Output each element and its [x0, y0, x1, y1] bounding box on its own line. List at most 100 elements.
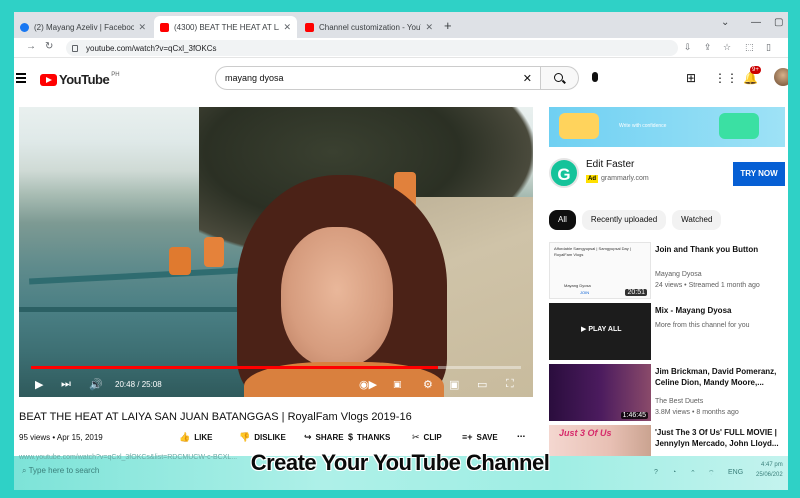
address-bar[interactable]: youtube.com/watch?v=qCxl_3fOKCs [66, 40, 678, 56]
close-icon[interactable]: ✕ [138, 22, 146, 33]
menu-icon[interactable] [16, 73, 26, 85]
autoplay-toggle-icon[interactable]: ◉▶ [359, 378, 377, 391]
youtube-logo[interactable]: YouTube PH [40, 72, 120, 87]
overlay-caption: Create Your YouTube Channel [250, 450, 550, 475]
side-panel-icon[interactable]: ▯ [766, 42, 771, 53]
ad-banner-shape [559, 113, 599, 139]
video-frame-boat-rail [19, 307, 269, 312]
dislike-label: DISLIKE [254, 433, 286, 442]
search-input[interactable]: mayang dyosa ✕ [215, 66, 541, 90]
settings-gear-icon[interactable]: ⚙ [423, 378, 433, 391]
lock-icon [72, 44, 78, 52]
ad-banner[interactable]: Write with confidence [549, 107, 785, 147]
thumbnail-text: Just 3 Of Us [559, 428, 612, 438]
restore-icon[interactable]: ▢ [774, 17, 783, 28]
ad-domain: grammarly.com [601, 175, 649, 182]
ad-banner-text: Write with confidence [619, 123, 667, 129]
youtube-icon [160, 22, 169, 32]
like-label: LIKE [194, 433, 213, 442]
list-item[interactable]: ▶ PLAY ALL Mix - Mayang Dyosa More from … [549, 303, 785, 361]
clip-button[interactable]: ✂ CLIP [412, 432, 442, 443]
video-thumbnail[interactable]: Affordable Samgyupsal | Samgyupsal Day |… [549, 242, 651, 299]
video-player[interactable]: ▶ ⏭ 🔊 20:48 / 25:08 ◉▶ ▣ ⚙ ▣ ▭ ⛶ [19, 107, 533, 397]
filter-chips: All Recently uploaded Watched [549, 210, 727, 230]
thumbnail-text: Affordable Samgyupsal | Samgyupsal Day |… [554, 246, 631, 257]
back-arrow-icon[interactable]: → [26, 41, 36, 52]
microphone-icon[interactable] [592, 72, 598, 82]
thumbnail-join: JOIN [580, 290, 590, 295]
facebook-icon [20, 22, 29, 32]
rec-channel: The Best Duets [655, 398, 704, 405]
like-button[interactable]: 👍 LIKE [179, 432, 212, 443]
thumbs-down-icon: 👎 [239, 432, 251, 442]
tab-channel-customization[interactable]: Channel customization - YouTube ✕ [299, 16, 439, 38]
ad-row[interactable]: G Edit Faster Ad grammarly.com TRY NOW [549, 154, 785, 194]
tab-strip: (2) Mayang Azeliv | Facebook ✕ (4300) BE… [14, 12, 788, 38]
volume-icon[interactable]: 🔊 [89, 378, 103, 391]
share-button[interactable]: ↪ SHARE [304, 432, 344, 443]
chip-all[interactable]: All [549, 210, 576, 230]
video-time: 20:48 / 25:08 [115, 380, 162, 389]
miniplayer-icon[interactable]: ▣ [449, 378, 459, 391]
thanks-button[interactable]: $ THANKS [348, 432, 390, 442]
duration-badge: 1:46:45 [620, 412, 648, 419]
save-button[interactable]: ≡+ SAVE [462, 432, 498, 442]
list-item[interactable]: Affordable Samgyupsal | Samgyupsal Day |… [549, 242, 785, 300]
search-button[interactable] [541, 66, 579, 90]
save-label: SAVE [476, 432, 498, 442]
tab-youtube-video[interactable]: (4300) BEAT THE HEAT AT LAIYA ✕ [154, 16, 297, 38]
apps-grid-icon[interactable]: ⋮⋮ [714, 71, 738, 85]
create-video-icon[interactable]: ⊞ [686, 71, 696, 85]
close-icon[interactable]: ✕ [425, 22, 433, 33]
tab-facebook[interactable]: (2) Mayang Azeliv | Facebook ✕ [14, 16, 152, 38]
rec-title: Jim Brickman, David Pomeranz, Celine Dio… [655, 367, 777, 387]
rec-title: Mix - Mayang Dyosa [655, 306, 732, 315]
bookmark-star-icon[interactable]: ☆ [723, 42, 731, 53]
close-icon[interactable]: ✕ [283, 22, 291, 33]
youtube-play-icon [40, 73, 57, 86]
rec-title: Join and Thank you Button [655, 245, 759, 254]
try-now-button[interactable]: TRY NOW [733, 162, 785, 186]
avatar[interactable] [774, 68, 788, 86]
extensions-icon[interactable]: ⬚ [745, 42, 754, 53]
grammarly-logo-icon: G [549, 158, 579, 188]
thumbnail-channel: Mayang Dyosa [564, 283, 591, 288]
video-progress-fill [31, 366, 438, 369]
theater-mode-icon[interactable]: ▭ [477, 378, 487, 391]
more-actions-icon[interactable]: ⋯ [517, 432, 525, 441]
playlist-add-icon: ≡+ [462, 432, 473, 442]
search-value: mayang dyosa [225, 73, 284, 83]
chip-watched[interactable]: Watched [672, 210, 722, 230]
chip-recently-uploaded[interactable]: Recently uploaded [581, 210, 667, 230]
ad-title: Edit Faster [586, 159, 635, 170]
share-label: SHARE [315, 433, 344, 442]
clear-search-icon[interactable]: ✕ [523, 72, 532, 85]
next-icon[interactable]: ⏭ [61, 378, 71, 391]
install-icon[interactable]: ⇩ [684, 42, 692, 53]
share-arrow-icon: ↪ [304, 432, 312, 442]
minimize-icon[interactable]: — [751, 17, 761, 28]
share-icon[interactable]: ⇪ [704, 42, 712, 53]
video-thumbnail[interactable]: ▶ PLAY ALL [549, 303, 651, 360]
youtube-header: YouTube PH mayang dyosa ✕ ⊞ ⋮⋮ 🔔 9+ [14, 59, 788, 99]
dislike-button[interactable]: 👎 DISLIKE [239, 432, 286, 443]
country-code: PH [111, 72, 120, 78]
play-icon[interactable]: ▶ [35, 378, 43, 391]
scissors-icon: ✂ [412, 432, 420, 442]
thanks-label: THANKS [357, 432, 391, 442]
captions-icon[interactable]: ▣ [393, 379, 402, 390]
ad-banner-shape [719, 113, 759, 139]
duration-badge: 20:51 [625, 289, 647, 296]
list-item[interactable]: 1:46:45 Jim Brickman, David Pomeranz, Ce… [549, 364, 785, 422]
reload-icon[interactable]: ↻ [45, 41, 53, 52]
video-meta: 95 views • Apr 15, 2019 [19, 433, 103, 442]
tab-search-chevron-icon[interactable]: ⌄ [721, 17, 729, 28]
fullscreen-icon[interactable]: ⛶ [506, 378, 514, 391]
rec-channel: More from this channel for you [655, 322, 750, 329]
new-tab-plus-icon[interactable]: + [444, 18, 452, 33]
logo-text: YouTube [59, 72, 110, 87]
video-thumbnail[interactable]: 1:46:45 [549, 364, 651, 421]
tab-title: (2) Mayang Azeliv | Facebook [34, 22, 135, 32]
video-progress-bar[interactable] [31, 366, 521, 369]
clip-label: CLIP [423, 433, 442, 442]
